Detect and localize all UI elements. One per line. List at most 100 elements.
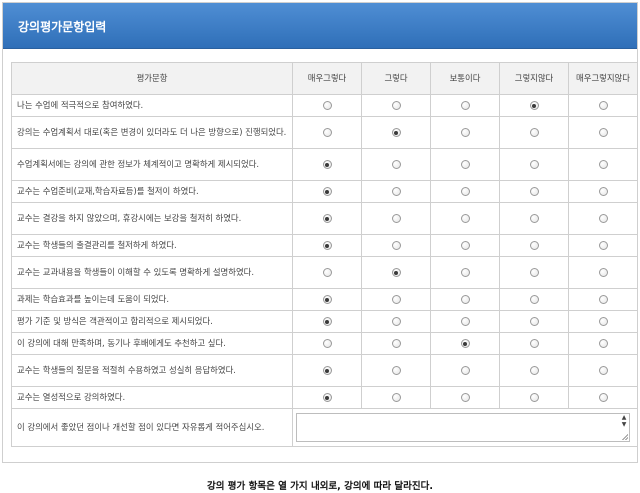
answer-radio[interactable] bbox=[598, 339, 608, 348]
answer-radio[interactable] bbox=[460, 393, 470, 402]
question-text: 교수는 열성적으로 강의하였다. bbox=[11, 386, 293, 409]
answer-radio[interactable] bbox=[598, 160, 608, 169]
column-header-option: 매우그렇다 bbox=[292, 62, 362, 95]
answer-radio[interactable] bbox=[460, 268, 470, 277]
table-row: 교수는 학생들의 질문을 적절히 수용하였고 성실히 응답하였다. bbox=[11, 354, 638, 387]
answer-radio[interactable] bbox=[322, 393, 332, 402]
option-cell bbox=[430, 202, 500, 235]
answer-radio[interactable] bbox=[529, 339, 539, 348]
answer-radio[interactable] bbox=[322, 317, 332, 326]
answer-radio[interactable] bbox=[598, 317, 608, 326]
answer-radio[interactable] bbox=[391, 160, 401, 169]
option-cell bbox=[292, 148, 362, 181]
option-cell bbox=[292, 116, 362, 149]
answer-radio[interactable] bbox=[598, 101, 608, 110]
option-cell bbox=[499, 180, 569, 203]
answer-radio[interactable] bbox=[322, 101, 332, 110]
option-cell bbox=[430, 288, 500, 311]
answer-radio[interactable] bbox=[460, 339, 470, 348]
answer-radio[interactable] bbox=[460, 366, 470, 375]
comment-textarea[interactable]: ▲ ▼ bbox=[296, 413, 630, 442]
option-cell bbox=[499, 288, 569, 311]
answer-radio[interactable] bbox=[598, 366, 608, 375]
answer-radio[interactable] bbox=[598, 268, 608, 277]
answer-radio[interactable] bbox=[529, 160, 539, 169]
answer-radio[interactable] bbox=[460, 187, 470, 196]
answer-radio[interactable] bbox=[529, 187, 539, 196]
answer-radio[interactable] bbox=[391, 339, 401, 348]
option-cell bbox=[292, 94, 362, 117]
answer-radio[interactable] bbox=[529, 295, 539, 304]
evaluation-table: 평가문항 매우그렇다 그렇다 보통이다 그렇지않다 매우그렇지않다 나는 수업에… bbox=[11, 62, 638, 447]
option-cell bbox=[361, 94, 431, 117]
option-cell bbox=[499, 354, 569, 387]
table-row: 강의는 수업계획서 대로(혹은 변경이 있더라도 더 나은 방향으로) 진행되었… bbox=[11, 116, 638, 149]
question-text: 강의는 수업계획서 대로(혹은 변경이 있더라도 더 나은 방향으로) 진행되었… bbox=[11, 116, 293, 149]
option-cell bbox=[430, 234, 500, 257]
answer-radio[interactable] bbox=[529, 128, 539, 137]
option-cell bbox=[568, 94, 638, 117]
option-cell bbox=[499, 310, 569, 333]
answer-radio[interactable] bbox=[598, 241, 608, 250]
question-text: 교수는 학생들의 출결관리를 철저하게 하였다. bbox=[11, 234, 293, 257]
question-text: 과제는 학습효과를 높이는데 도움이 되었다. bbox=[11, 288, 293, 311]
answer-radio[interactable] bbox=[322, 128, 332, 137]
option-cell bbox=[361, 332, 431, 355]
answer-radio[interactable] bbox=[460, 160, 470, 169]
option-cell bbox=[292, 202, 362, 235]
answer-radio[interactable] bbox=[391, 317, 401, 326]
answer-radio[interactable] bbox=[529, 317, 539, 326]
answer-radio[interactable] bbox=[391, 268, 401, 277]
resize-grip-icon[interactable] bbox=[622, 434, 628, 440]
answer-radio[interactable] bbox=[598, 295, 608, 304]
table-row: 나는 수업에 적극적으로 참여하였다. bbox=[11, 94, 638, 117]
option-cell bbox=[361, 288, 431, 311]
question-text: 교수는 학생들의 질문을 적절히 수용하였고 성실히 응답하였다. bbox=[11, 354, 293, 387]
table-row: 교수는 학생들의 출결관리를 철저하게 하였다. bbox=[11, 234, 638, 257]
answer-radio[interactable] bbox=[322, 241, 332, 250]
option-cell bbox=[292, 310, 362, 333]
answer-radio[interactable] bbox=[598, 187, 608, 196]
answer-radio[interactable] bbox=[322, 366, 332, 375]
answer-radio[interactable] bbox=[529, 393, 539, 402]
answer-radio[interactable] bbox=[598, 393, 608, 402]
answer-radio[interactable] bbox=[391, 128, 401, 137]
column-header-option: 그렇다 bbox=[361, 62, 431, 95]
option-cell bbox=[568, 234, 638, 257]
answer-radio[interactable] bbox=[391, 241, 401, 250]
answer-radio[interactable] bbox=[529, 366, 539, 375]
answer-radio[interactable] bbox=[460, 101, 470, 110]
panel-header: 강의평가문항입력 bbox=[3, 3, 637, 49]
answer-radio[interactable] bbox=[322, 268, 332, 277]
answer-radio[interactable] bbox=[529, 268, 539, 277]
answer-radio[interactable] bbox=[322, 295, 332, 304]
table-row: 교수는 결강을 하지 않았으며, 휴강시에는 보강을 철저히 하였다. bbox=[11, 202, 638, 235]
answer-radio[interactable] bbox=[391, 101, 401, 110]
answer-radio[interactable] bbox=[460, 295, 470, 304]
answer-radio[interactable] bbox=[460, 214, 470, 223]
answer-radio[interactable] bbox=[460, 241, 470, 250]
answer-radio[interactable] bbox=[598, 128, 608, 137]
option-cell bbox=[499, 94, 569, 117]
answer-radio[interactable] bbox=[529, 214, 539, 223]
option-cell bbox=[292, 332, 362, 355]
answer-radio[interactable] bbox=[391, 295, 401, 304]
answer-radio[interactable] bbox=[322, 339, 332, 348]
answer-radio[interactable] bbox=[391, 366, 401, 375]
option-cell bbox=[361, 310, 431, 333]
answer-radio[interactable] bbox=[322, 214, 332, 223]
answer-radio[interactable] bbox=[391, 214, 401, 223]
answer-radio[interactable] bbox=[598, 214, 608, 223]
option-cell bbox=[430, 148, 500, 181]
answer-radio[interactable] bbox=[322, 160, 332, 169]
answer-radio[interactable] bbox=[529, 241, 539, 250]
option-cell bbox=[292, 180, 362, 203]
scroll-down-arrow-icon[interactable]: ▼ bbox=[620, 422, 628, 428]
answer-radio[interactable] bbox=[529, 101, 539, 110]
option-cell bbox=[430, 256, 500, 289]
answer-radio[interactable] bbox=[391, 393, 401, 402]
answer-radio[interactable] bbox=[460, 128, 470, 137]
answer-radio[interactable] bbox=[322, 187, 332, 196]
answer-radio[interactable] bbox=[391, 187, 401, 196]
answer-radio[interactable] bbox=[460, 317, 470, 326]
